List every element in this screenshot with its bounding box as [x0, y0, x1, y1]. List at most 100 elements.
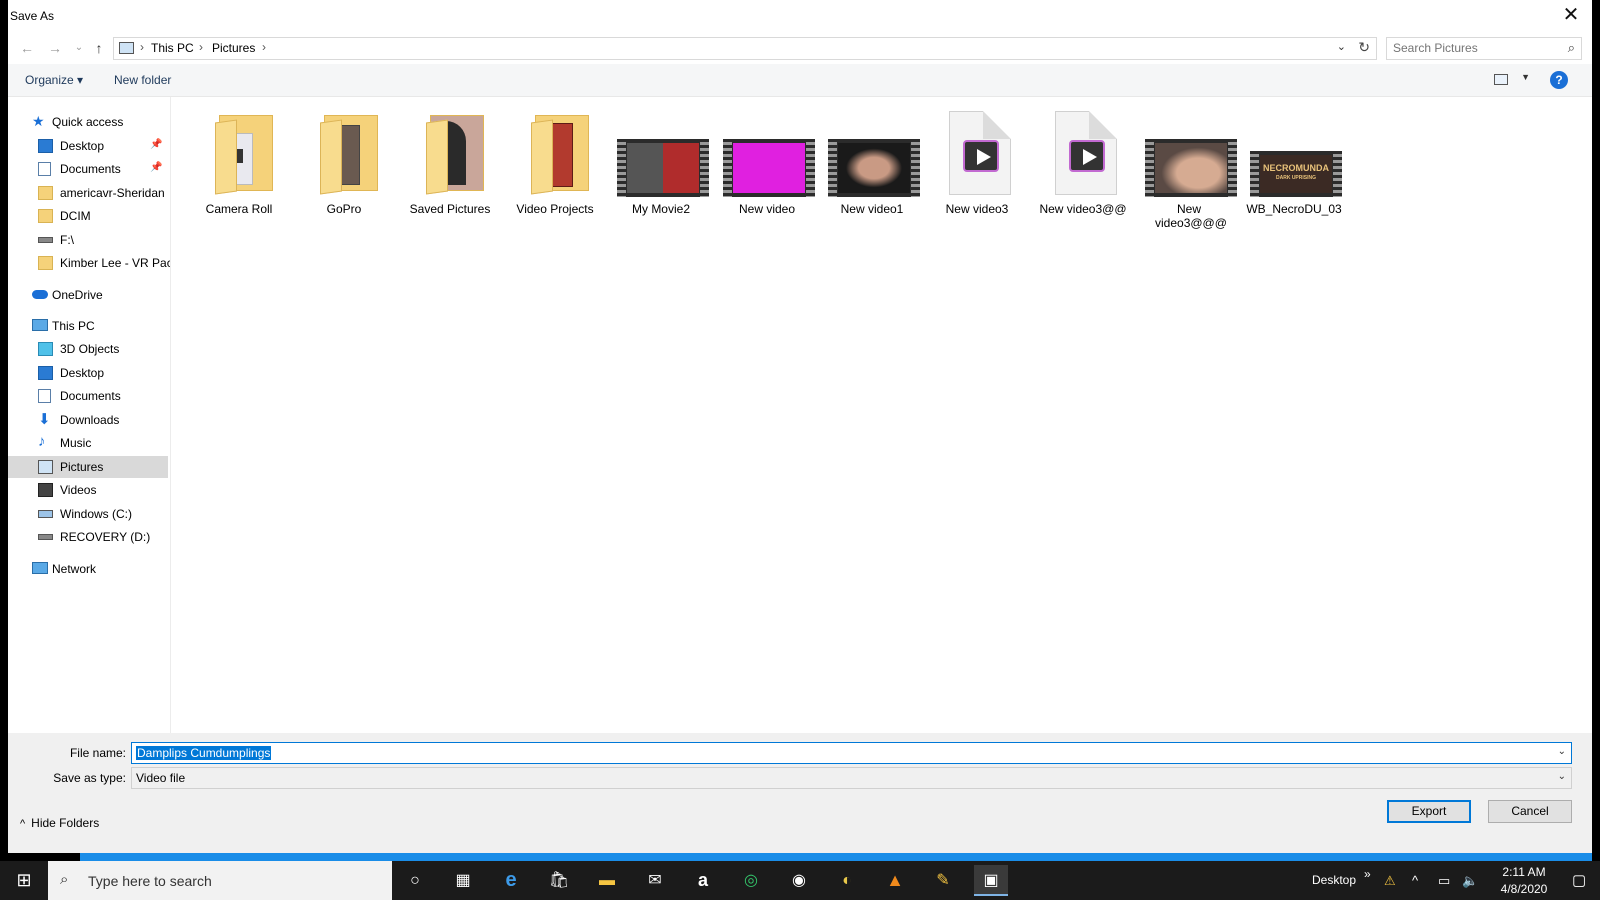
battery-icon[interactable]: ▭ — [1438, 873, 1450, 889]
edge-browser-icon[interactable]: e — [494, 865, 528, 896]
task-view-icon[interactable]: ▦ — [446, 865, 480, 896]
back-arrow-icon[interactable]: ← — [18, 39, 36, 57]
taskbar-search-box[interactable]: ⌕ Type here to search — [48, 861, 392, 900]
folder-icon — [300, 111, 388, 197]
sidebar-item-label: Documents — [60, 162, 121, 176]
start-windows-icon[interactable]: ⊞ — [0, 861, 48, 900]
sidebar-item-pc-documents[interactable]: Documents — [38, 385, 170, 407]
toolbar-chevron-icon[interactable]: » — [1364, 867, 1371, 881]
sidebar-item-documents[interactable]: Documents 📌 — [38, 158, 170, 180]
file-name-field[interactable]: Damplips Cumdumplings ⌄ — [131, 742, 1572, 764]
window-title: Save As — [10, 9, 55, 23]
volume-icon[interactable]: 🔈 — [1462, 873, 1478, 889]
sidebar-item-music[interactable]: ♪ Music — [38, 432, 170, 454]
save-as-type-label: Save as type: — [53, 771, 126, 785]
sidebar-item-recovery-d[interactable]: RECOVERY (D:) — [38, 526, 170, 548]
sidebar-item-downloads[interactable]: ⬇ Downloads — [38, 409, 170, 431]
breadcrumb-pictures[interactable]: Pictures — [212, 41, 255, 55]
sidebar-item-label: Desktop — [60, 366, 105, 380]
navigation-pane: ★ Quick access Desktop 📌 Documents 📌 ame… — [8, 97, 171, 733]
search-icon[interactable]: ⌕ — [1568, 40, 1575, 56]
sidebar-item-kimber-lee[interactable]: Kimber Lee - VR Pac — [38, 252, 170, 274]
action-center-icon[interactable]: ▢ — [1572, 871, 1586, 889]
sidebar-item-dcim[interactable]: DCIM — [38, 205, 170, 227]
file-item-camera-roll[interactable]: Camera Roll — [187, 97, 291, 227]
file-item-my-movie2[interactable]: My Movie2 — [609, 97, 713, 227]
store-icon[interactable]: 🛍 — [542, 865, 576, 896]
forward-arrow-icon[interactable]: → — [46, 39, 64, 57]
file-name: New video3 — [945, 202, 1009, 216]
amazon-icon[interactable]: a — [686, 865, 720, 896]
thumbnail-title-text: NECROMUNDA — [1263, 163, 1329, 173]
sidebar-item-quick-access[interactable]: ★ Quick access — [32, 111, 170, 133]
warning-icon[interactable]: ⚠ — [1384, 873, 1396, 889]
video-thumbnail-icon — [723, 111, 815, 197]
file-name-value[interactable]: Damplips Cumdumplings — [136, 746, 272, 760]
organize-menu[interactable]: Organize ▾ — [25, 73, 83, 87]
color-app-icon[interactable]: ◐ — [830, 865, 864, 896]
save-as-type-select[interactable]: Video file ⌄ — [131, 767, 1572, 789]
file-item-new-video1[interactable]: New video1 — [820, 97, 924, 227]
sidebar-item-network[interactable]: Network — [32, 558, 170, 580]
file-item-new-video3-at-at[interactable]: New video3@@ — [1031, 97, 1135, 227]
close-icon[interactable]: ✕ — [1558, 4, 1584, 28]
file-name: Video Projects — [516, 202, 594, 216]
file-name: Saved Pictures — [409, 202, 491, 216]
folder-icon — [406, 111, 494, 197]
file-item-gopro[interactable]: GoPro — [292, 97, 396, 227]
video-editor-icon[interactable]: ✎ — [926, 865, 960, 896]
breadcrumb-this-pc[interactable]: This PC — [151, 41, 194, 55]
file-explorer-icon[interactable]: ▬ — [590, 865, 624, 896]
film-icon — [38, 483, 53, 497]
refresh-icon[interactable]: ↻ — [1358, 39, 1370, 56]
export-button[interactable]: Export — [1387, 800, 1471, 823]
recent-locations-icon[interactable]: ⌄ — [70, 39, 88, 57]
search-input[interactable] — [1393, 38, 1553, 58]
file-item-new-video3[interactable]: New video3 — [925, 97, 1029, 227]
sidebar-item-label: DCIM — [60, 209, 91, 223]
cancel-button[interactable]: Cancel — [1488, 800, 1572, 823]
help-icon[interactable]: ? — [1550, 71, 1568, 89]
sidebar-item-americavr[interactable]: americavr-Sheridan — [38, 182, 170, 204]
sidebar-item-f-drive[interactable]: F:\ — [38, 229, 170, 251]
view-options-dropdown-icon[interactable]: ▼ — [1521, 72, 1530, 82]
file-item-new-video3-at-at-at[interactable]: New video3@@@ — [1137, 97, 1241, 230]
taskbar: ⊞ ⌕ Type here to search ○ ▦ e 🛍 ▬ ✉ a ◎ … — [0, 861, 1600, 900]
sidebar-item-this-pc[interactable]: This PC — [32, 315, 170, 337]
chevron-down-icon[interactable]: ⌄ — [1558, 746, 1566, 757]
hide-folders-button[interactable]: ^ Hide Folders — [20, 816, 99, 830]
clock-date[interactable]: 4/8/2020 — [1492, 882, 1556, 896]
chevron-down-icon[interactable]: ⌄ — [1558, 771, 1566, 782]
tripadvisor-icon[interactable]: ◎ — [734, 865, 768, 896]
computer-icon — [32, 319, 48, 331]
search-box[interactable]: ⌕ — [1386, 37, 1582, 60]
photos-app-icon[interactable]: ▣ — [974, 865, 1008, 896]
media-app-icon[interactable]: ◉ — [782, 865, 816, 896]
show-hidden-icons-icon[interactable]: ^ — [1412, 873, 1418, 888]
desktop-toolbar-label[interactable]: Desktop — [1312, 873, 1356, 887]
up-arrow-icon[interactable]: ↑ — [90, 39, 108, 57]
file-name: New video3@@@ — [1155, 202, 1227, 230]
sidebar-item-label: This PC — [52, 319, 95, 333]
address-dropdown-icon[interactable]: ⌄ — [1337, 40, 1346, 53]
address-bar[interactable]: › This PC › Pictures › ⌄ ↻ — [113, 37, 1377, 60]
sidebar-item-pictures[interactable]: Pictures — [8, 456, 168, 478]
sidebar-item-onedrive[interactable]: OneDrive — [32, 284, 170, 306]
sidebar-item-pc-desktop[interactable]: Desktop — [38, 362, 170, 384]
file-item-saved-pictures[interactable]: Saved Pictures — [398, 97, 502, 227]
file-item-wb-necrodu-03[interactable]: NECROMUNDA DARK UPRISING WB_NecroDU_03 — [1242, 97, 1346, 227]
new-folder-button[interactable]: New folder — [114, 73, 171, 87]
change-view-icon[interactable] — [1494, 74, 1508, 85]
file-item-video-projects[interactable]: Video Projects — [503, 97, 607, 227]
sidebar-item-videos[interactable]: Videos — [38, 479, 170, 501]
cortana-icon[interactable]: ○ — [398, 865, 432, 896]
sidebar-item-windows-c[interactable]: Windows (C:) — [38, 503, 170, 525]
sidebar-item-3d-objects[interactable]: 3D Objects — [38, 338, 170, 360]
mail-icon[interactable]: ✉ — [638, 865, 672, 896]
clock-time[interactable]: 2:11 AM — [1492, 865, 1556, 879]
file-item-new-video[interactable]: New video — [715, 97, 819, 227]
file-name-label: File name: — [69, 746, 126, 760]
vlc-icon[interactable]: ▲ — [878, 865, 912, 896]
video-thumbnail-icon — [1145, 111, 1237, 197]
sidebar-item-desktop[interactable]: Desktop 📌 — [38, 135, 170, 157]
